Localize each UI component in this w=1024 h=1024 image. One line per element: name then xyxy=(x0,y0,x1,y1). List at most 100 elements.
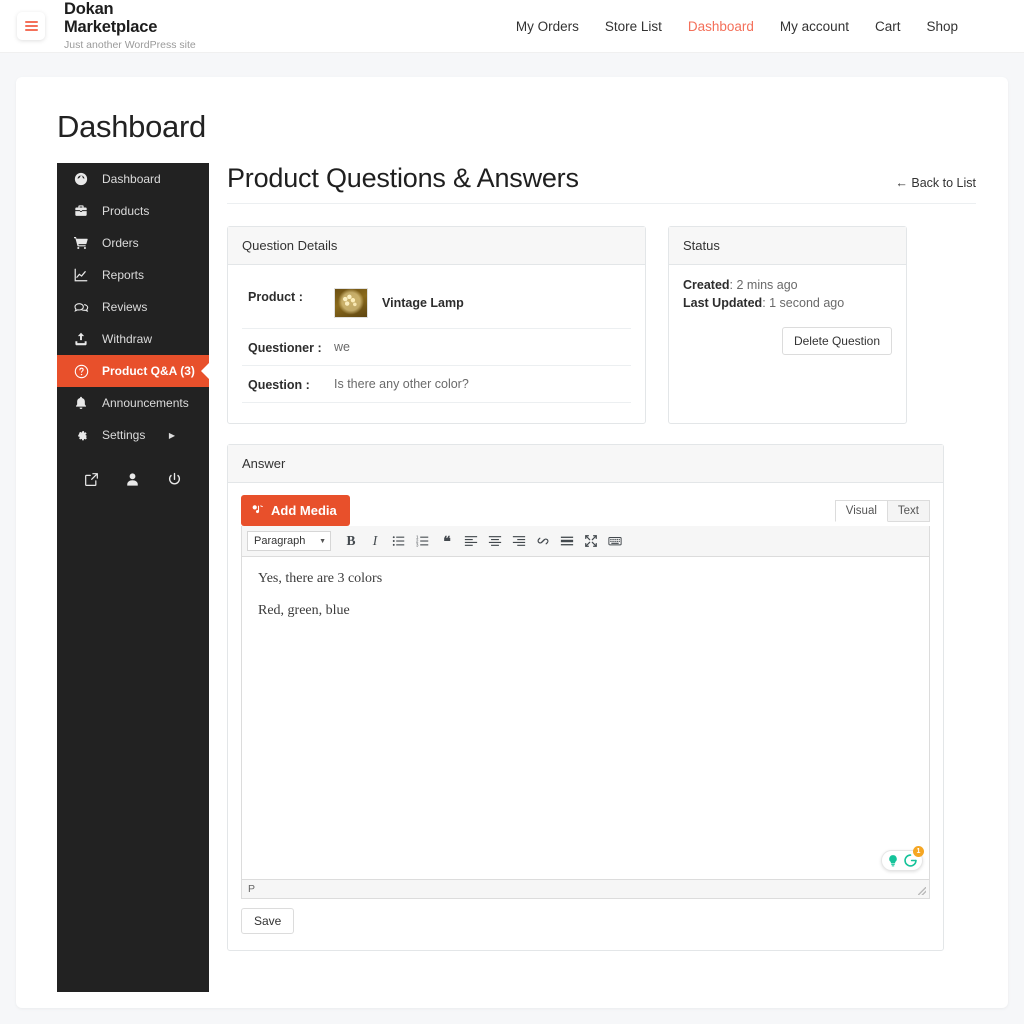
gear-icon xyxy=(74,428,95,442)
sidebar-item-settings[interactable]: Settings ▶ xyxy=(57,419,209,451)
user-icon[interactable] xyxy=(125,472,140,487)
sidebar-item-label: Products xyxy=(102,204,150,218)
blockquote-icon[interactable]: ❝ xyxy=(435,530,459,552)
format-select[interactable]: Paragraph ▼ xyxy=(247,531,331,551)
row-value: Is there any other color? xyxy=(328,365,631,403)
chevron-down-icon: ▼ xyxy=(319,537,326,545)
sidebar-item-label: Withdraw xyxy=(102,332,153,346)
add-media-button[interactable]: Add Media xyxy=(241,495,350,526)
created-label: Created xyxy=(683,278,730,292)
back-to-list-link[interactable]: ← Back to List xyxy=(895,176,976,190)
chevron-right-icon: ▶ xyxy=(168,430,175,440)
sidebar-item-dashboard[interactable]: Dashboard xyxy=(57,163,209,195)
updated-label: Last Updated xyxy=(683,296,763,310)
fullscreen-icon[interactable] xyxy=(579,530,603,552)
table-row: Questioner : we xyxy=(242,328,631,366)
editor-mode-tabs: Visual Text xyxy=(834,499,930,522)
delete-question-button[interactable]: Delete Question xyxy=(781,327,892,355)
nav-my-account[interactable]: My account xyxy=(780,19,849,34)
external-link-icon[interactable] xyxy=(84,472,99,487)
nav-my-orders[interactable]: My Orders xyxy=(516,19,579,34)
hamburger-line xyxy=(24,25,38,27)
editor-top-bar: Add Media Visual Text xyxy=(241,495,930,526)
editor-status-bar: P xyxy=(242,879,929,898)
sidebar-item-label: Product Q&A (3) xyxy=(102,364,195,378)
format-select-value: Paragraph xyxy=(254,535,306,547)
tab-visual[interactable]: Visual xyxy=(834,499,888,522)
link-icon[interactable] xyxy=(531,530,555,552)
table-row: Product : Vintage Lamp xyxy=(242,278,631,329)
read-more-icon[interactable] xyxy=(555,530,579,552)
numbered-list-icon[interactable]: 123 xyxy=(411,530,435,552)
question-details-panel: Question Details Product : Vintage Lamp xyxy=(227,226,646,424)
upload-icon xyxy=(74,332,95,346)
nav-cart[interactable]: Cart xyxy=(875,19,901,34)
site-header: Dokan Marketplace Just another WordPress… xyxy=(0,0,1024,53)
row-label: Question : xyxy=(242,365,328,403)
brand-line-1: Dokan xyxy=(64,0,114,19)
answer-panel-title: Answer xyxy=(228,445,943,483)
toolbar-toggle-icon[interactable] xyxy=(603,530,627,552)
editor-path-indicator: P xyxy=(248,883,256,895)
updated-line: Last Updated: 1 second ago xyxy=(683,296,892,310)
question-details-table: Product : Vintage Lamp Questioner : we Q… xyxy=(242,278,631,403)
editor-paragraph: Yes, there are 3 colors xyxy=(258,571,383,586)
save-button-wrap: Save xyxy=(241,908,930,934)
sidebar-item-reports[interactable]: Reports xyxy=(57,259,209,291)
status-panel: Status Created: 2 mins ago Last Updated:… xyxy=(668,226,907,424)
nav-shop[interactable]: Shop xyxy=(926,19,958,34)
sidebar-item-product-qa[interactable]: Product Q&A (3) xyxy=(57,355,209,387)
created-line: Created: 2 mins ago xyxy=(683,278,892,292)
save-button[interactable]: Save xyxy=(241,908,295,934)
sidebar-item-orders[interactable]: Orders xyxy=(57,227,209,259)
product-name[interactable]: Vintage Lamp xyxy=(382,296,464,310)
svg-text:3: 3 xyxy=(416,542,419,547)
sidebar-item-label: Dashboard xyxy=(102,172,161,186)
answer-panel-body: Add Media Visual Text Paragraph ▼ B I 1 … xyxy=(228,483,943,950)
updated-value: : 1 second ago xyxy=(762,296,845,310)
question-details-title: Question Details xyxy=(228,227,645,265)
editor-resize-handle[interactable] xyxy=(918,887,926,895)
sidebar-item-products[interactable]: Products xyxy=(57,195,209,227)
align-left-icon[interactable] xyxy=(459,530,483,552)
cart-icon xyxy=(74,236,95,250)
row-label: Questioner : xyxy=(242,328,328,366)
sidebar-item-reviews[interactable]: Reviews xyxy=(57,291,209,323)
product-cell: Vintage Lamp xyxy=(334,288,625,318)
product-thumbnail-image xyxy=(334,288,368,318)
bulleted-list-icon[interactable] xyxy=(387,530,411,552)
align-center-icon[interactable] xyxy=(483,530,507,552)
tab-text[interactable]: Text xyxy=(887,499,930,522)
editor-frame: Paragraph ▼ B I 123 ❝ Yes, there are 3 c… xyxy=(241,526,930,899)
gauge-icon xyxy=(74,172,95,186)
question-circle-icon xyxy=(74,364,95,379)
editor-content-area[interactable]: Yes, there are 3 colors Red, green, blue… xyxy=(242,557,929,879)
answer-panel: Answer Add Media Visual Text Paragraph ▼… xyxy=(227,444,944,951)
comments-icon xyxy=(74,300,95,315)
lightbulb-icon[interactable] xyxy=(886,854,900,868)
nav-store-list[interactable]: Store List xyxy=(605,19,662,34)
hamburger-icon[interactable] xyxy=(17,12,45,40)
italic-icon[interactable]: I xyxy=(363,530,387,552)
sidebar-item-label: Settings xyxy=(102,428,146,442)
question-details-body: Product : Vintage Lamp Questioner : we Q… xyxy=(228,265,645,423)
sidebar-bottom-icons xyxy=(57,457,209,501)
bold-icon[interactable]: B xyxy=(339,530,363,552)
delete-button-wrap: Delete Question xyxy=(683,327,892,355)
bell-icon xyxy=(74,396,95,410)
site-brand[interactable]: Dokan Marketplace Just another WordPress… xyxy=(64,0,196,51)
main-navigation: My Orders Store List Dashboard My accoun… xyxy=(516,0,1024,53)
sidebar-item-label: Orders xyxy=(102,236,139,250)
created-value: : 2 mins ago xyxy=(729,278,798,292)
hamburger-line xyxy=(24,29,38,31)
power-icon[interactable] xyxy=(167,472,182,487)
grammarly-badge-count: 1 xyxy=(913,846,924,857)
sidebar-item-announcements[interactable]: Announcements xyxy=(57,387,209,419)
sidebar-item-label: Announcements xyxy=(102,396,189,410)
sidebar-item-withdraw[interactable]: Withdraw xyxy=(57,323,209,355)
dashboard-layout: Dashboard Products Orders Reports Review… xyxy=(40,163,976,992)
grammarly-widget[interactable]: 1 xyxy=(881,846,924,871)
chart-icon xyxy=(74,268,95,282)
align-right-icon[interactable] xyxy=(507,530,531,552)
nav-dashboard[interactable]: Dashboard xyxy=(688,19,754,34)
